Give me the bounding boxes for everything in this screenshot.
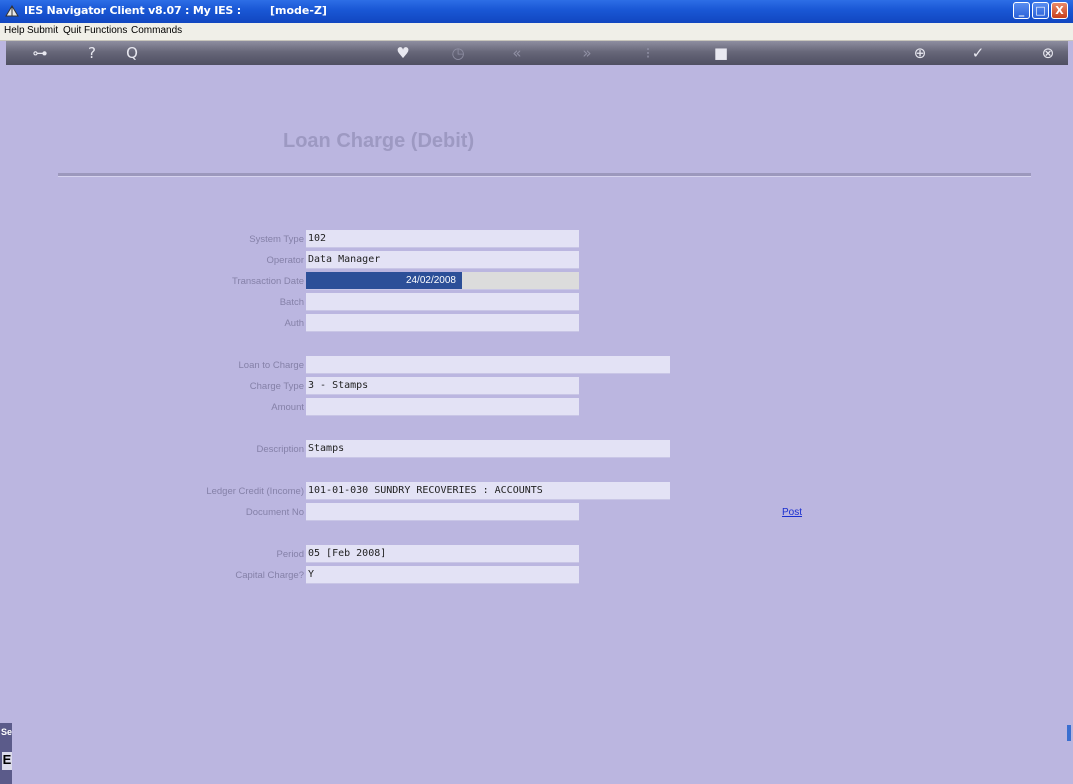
side-tab-label: Se	[1, 727, 13, 737]
transaction-date-label: Transaction Date	[232, 276, 304, 287]
capital-charge-field[interactable]: Y	[306, 566, 579, 584]
transaction-date-value: 24/02/2008	[306, 272, 462, 289]
operator-field[interactable]: Data Manager	[306, 251, 579, 269]
search-icon[interactable]: Q	[120, 41, 144, 65]
menu-commands[interactable]: Commands	[131, 25, 182, 36]
ledger-credit-label: Ledger Credit (Income)	[206, 486, 304, 497]
loan-to-charge-label: Loan to Charge	[238, 360, 305, 371]
menu-submit[interactable]: Submit	[27, 25, 58, 36]
document-no-field[interactable]	[306, 503, 579, 521]
refresh-icon[interactable]: ⊕	[908, 41, 932, 65]
heart-icon[interactable]: ♥	[391, 41, 415, 65]
prev-icon[interactable]: «	[505, 41, 529, 65]
title-bar: IES Navigator Client v8.07 : My IES : [m…	[0, 0, 1073, 23]
system-type-label: System Type	[249, 234, 304, 245]
transaction-date-field[interactable]: 24/02/2008	[306, 272, 579, 290]
right-edge-tab[interactable]	[1067, 725, 1071, 741]
stop-icon[interactable]: ■	[709, 41, 733, 65]
batch-label: Batch	[279, 297, 304, 308]
key-icon[interactable]: ⊶	[28, 41, 52, 65]
window-title: IES Navigator Client v8.07 : My IES :	[24, 4, 241, 17]
menu-functions[interactable]: Functions	[84, 25, 127, 36]
ledger-credit-field[interactable]: 101-01-030 SUNDRY RECOVERIES : ACCOUNTS	[306, 482, 670, 500]
maximize-button[interactable]: □	[1032, 2, 1049, 19]
operator-label: Operator	[266, 255, 305, 266]
period-label: Period	[276, 549, 304, 560]
charge-type-field[interactable]: 3 - Stamps	[306, 377, 579, 395]
close-icon[interactable]: ⊗	[1036, 41, 1060, 65]
post-link[interactable]: Post	[782, 507, 802, 518]
description-field[interactable]: Stamps	[306, 440, 670, 458]
batch-field[interactable]	[306, 293, 579, 311]
auth-field[interactable]	[306, 314, 579, 332]
side-glyph: E	[2, 752, 12, 770]
charge-type-label: Charge Type	[249, 381, 304, 392]
check-icon[interactable]: ✓	[966, 41, 990, 65]
description-label: Description	[256, 444, 304, 455]
period-field[interactable]: 05 [Feb 2008]	[306, 545, 579, 563]
loan-to-charge-field[interactable]	[306, 356, 670, 374]
toolbar: ⊶ ? Q ♥ ◷ « » ⁝ ■ ⊕ ✓ ⊗	[6, 41, 1068, 65]
heading-divider	[58, 173, 1031, 177]
close-window-button[interactable]: X	[1051, 2, 1068, 19]
capital-charge-label: Capital Charge?	[235, 570, 304, 581]
clock-icon[interactable]: ◷	[446, 41, 470, 65]
document-no-label: Document No	[245, 507, 304, 518]
next-icon[interactable]: »	[575, 41, 599, 65]
grid-icon[interactable]: ⁝	[636, 41, 660, 65]
menu-quit[interactable]: Quit	[63, 25, 81, 36]
page-title: Loan Charge (Debit)	[283, 130, 475, 152]
auth-label: Auth	[284, 318, 304, 329]
amount-field[interactable]	[306, 398, 579, 416]
window-mode: [mode-Z]	[270, 4, 327, 17]
help-icon[interactable]: ?	[80, 41, 104, 65]
system-type-field[interactable]: 102	[306, 230, 579, 248]
menu-help[interactable]: Help	[4, 25, 25, 36]
minimize-button[interactable]: _	[1013, 2, 1030, 19]
app-icon	[5, 5, 19, 17]
amount-label: Amount	[271, 402, 304, 413]
menu-bar: Help Submit Quit Functions Commands	[0, 23, 1073, 41]
